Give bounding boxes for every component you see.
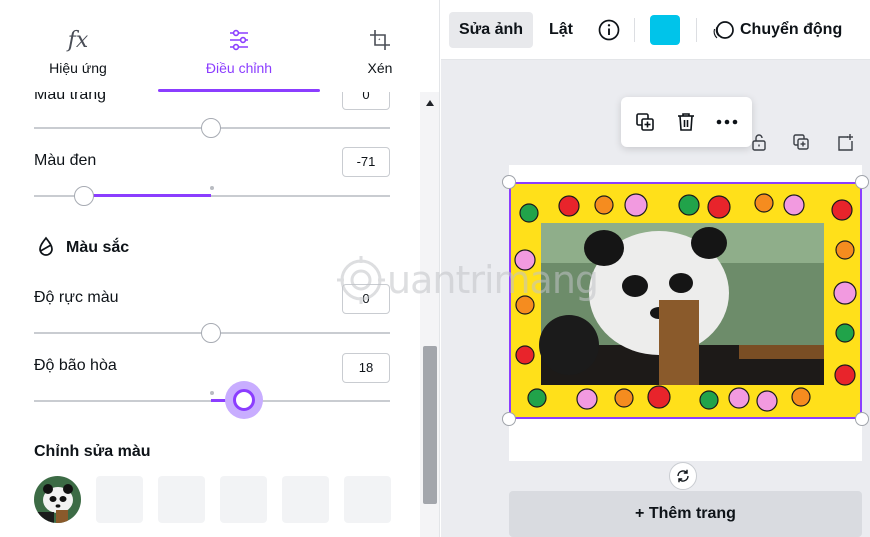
drop-icon [34, 235, 58, 259]
flip-button[interactable]: Lật [539, 12, 583, 48]
toolbar-divider [696, 18, 697, 42]
blacks-label: Màu đen [34, 152, 97, 169]
delete-button[interactable] [671, 107, 701, 137]
saturation-label: Độ bão hòa [34, 357, 117, 374]
edit-image-button[interactable]: Sửa ảnh [449, 12, 534, 48]
vibrance-slider-thumb[interactable] [201, 323, 221, 343]
active-tab-indicator [158, 89, 320, 92]
tab-effects[interactable]: fx Hiệu ứng [18, 0, 138, 92]
tab-crop[interactable]: Xén [340, 0, 420, 92]
saturation-value-input[interactable]: 18 [342, 353, 390, 383]
design-page[interactable] [502, 165, 869, 461]
duplicate-icon [636, 113, 654, 131]
blacks-slider-thumb[interactable] [74, 186, 94, 206]
photo-color-swatch[interactable] [34, 476, 81, 523]
color-picker-button[interactable] [650, 15, 680, 45]
blacks-slider-center-mark [210, 186, 214, 190]
info-button[interactable] [591, 12, 627, 48]
add-page-icon-button[interactable] [834, 131, 856, 153]
panel-tabs: fx Hiệu ứng Điều chỉnh Xén [0, 0, 420, 92]
duplicate-page-icon [793, 134, 809, 150]
animate-icon [713, 21, 734, 39]
trash-icon [678, 113, 694, 131]
blacks-slider-fill [84, 194, 211, 197]
color-swatch-empty[interactable] [96, 476, 143, 523]
sliders-icon [228, 20, 250, 60]
editor-canvas-area: Sửa ảnh Lật Chuyển động + Thêm trang [441, 0, 870, 537]
adjust-scroll-area: Màu trắng 0 Màu đen -71 Màu sắc Độ rực m… [0, 92, 420, 537]
color-swatch-empty[interactable] [344, 476, 391, 523]
resize-handle-bottom-left[interactable] [502, 412, 516, 426]
add-page-button[interactable]: + Thêm trang [509, 491, 862, 537]
color-swatch-empty[interactable] [158, 476, 205, 523]
edit-colors-title: Chỉnh sửa màu [34, 443, 151, 460]
animate-button[interactable]: Chuyển động [704, 12, 852, 48]
toolbar-divider [634, 18, 635, 42]
tab-crop-label: Xén [367, 60, 393, 76]
vibrance-value-input[interactable]: 0 [342, 284, 390, 314]
vibrance-label: Độ rực màu [34, 289, 119, 306]
duplicate-page-button[interactable] [790, 131, 812, 153]
unlock-icon [752, 134, 766, 151]
fx-icon: fx [67, 27, 89, 53]
tab-effects-label: Hiệu ứng [49, 60, 107, 76]
panel-scrollbar[interactable] [420, 92, 439, 537]
element-quick-actions [621, 97, 752, 147]
whites-label: Màu trắng [34, 92, 107, 103]
blacks-value-input[interactable]: -71 [342, 147, 390, 177]
adjust-panel: fx Hiệu ứng Điều chỉnh Xén Màu trắng 0 M… [0, 0, 440, 537]
color-section-title: Màu sắc [66, 239, 130, 256]
color-swatch-empty[interactable] [282, 476, 329, 523]
context-toolbar: Sửa ảnh Lật Chuyển động [441, 0, 870, 60]
crop-icon [368, 20, 392, 60]
info-icon [598, 19, 620, 41]
add-page-icon [838, 134, 853, 151]
selection-outline [509, 182, 862, 419]
color-swatch-empty[interactable] [220, 476, 267, 523]
duplicate-button[interactable] [630, 107, 660, 137]
animate-label: Chuyển động [740, 21, 843, 38]
rotate-button[interactable] [669, 462, 697, 490]
tab-adjust-label: Điều chỉnh [205, 60, 273, 76]
more-dots-icon [716, 119, 738, 125]
resize-handle-top-right[interactable] [855, 175, 869, 189]
scrollbar-thumb[interactable] [423, 346, 437, 504]
more-options-button[interactable] [712, 107, 742, 137]
resize-handle-bottom-right[interactable] [855, 412, 869, 426]
whites-value-input[interactable]: 0 [342, 92, 390, 110]
tab-adjust[interactable]: Điều chỉnh [158, 0, 320, 92]
rotate-icon [677, 469, 689, 483]
saturation-slider-center-mark [210, 391, 214, 395]
scroll-up-arrow-icon[interactable] [426, 100, 434, 106]
resize-handle-top-left[interactable] [502, 175, 516, 189]
saturation-slider-thumb[interactable] [225, 381, 263, 419]
whites-slider-thumb[interactable] [201, 118, 221, 138]
lock-page-button[interactable] [748, 131, 770, 153]
